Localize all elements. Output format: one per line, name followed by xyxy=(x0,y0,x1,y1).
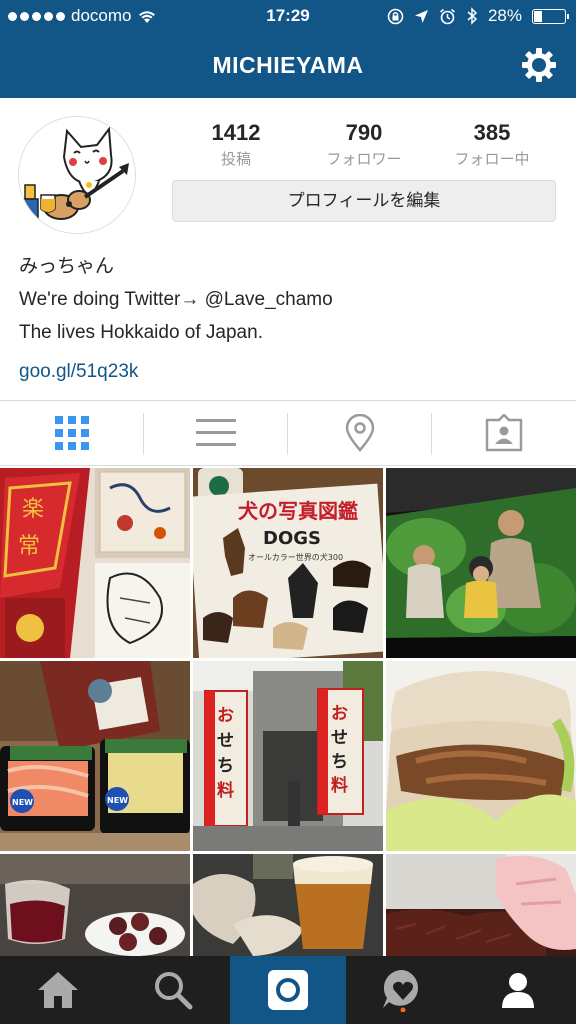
tab-profile[interactable] xyxy=(461,956,576,1024)
top-nav-bar: MICHIEYAMA xyxy=(0,32,576,98)
edit-profile-button[interactable]: プロフィールを編集 xyxy=(172,180,556,222)
tab-grid-view[interactable] xyxy=(0,401,144,465)
photo-dog-book: 犬の写真図鑑 DOGS オールカラー世界の犬300 xyxy=(193,468,383,658)
posts-count: 1412 xyxy=(211,120,261,145)
svg-text:せ: せ xyxy=(217,731,234,751)
photo-pork-bun xyxy=(386,661,576,851)
home-icon xyxy=(37,972,78,1008)
rotation-lock-icon xyxy=(387,8,404,24)
tagged-photos-icon xyxy=(485,414,523,452)
avatar[interactable] xyxy=(18,116,136,234)
svg-text:ち: ち xyxy=(217,756,234,776)
status-right: 28% xyxy=(387,6,569,26)
photo-wine-plate xyxy=(0,854,190,956)
status-bar: docomo 17:29 28% xyxy=(0,0,576,32)
svg-text:お: お xyxy=(217,706,234,726)
photo-tile[interactable] xyxy=(386,661,576,851)
svg-text:せ: せ xyxy=(331,728,348,748)
battery-percent: 28% xyxy=(487,6,522,25)
tab-activity[interactable] xyxy=(346,956,461,1024)
svg-text:料: 料 xyxy=(331,775,348,796)
location-arrow-icon xyxy=(414,9,428,23)
gear-icon[interactable] xyxy=(520,46,558,84)
photo-tile[interactable]: 楽 常 xyxy=(0,468,190,658)
following-count: 385 xyxy=(473,120,511,145)
followers-label: フォロワー xyxy=(326,151,402,168)
svg-text:ち: ち xyxy=(331,752,348,772)
bio-line-1: We're doing Twitter→ @Lave_chamo xyxy=(19,289,333,310)
grid-icon xyxy=(55,416,89,450)
cat-guitar-avatar-image xyxy=(19,117,135,233)
page-title: MICHIEYAMA xyxy=(212,52,364,78)
bio-line-2: The lives Hokkaido of Japan. xyxy=(19,322,263,343)
following-stat[interactable]: 385 フォロー中 xyxy=(432,120,552,169)
followers-stat[interactable]: 790 フォロワー xyxy=(304,120,424,169)
photo-glove-food xyxy=(386,854,576,956)
svg-text:DOGS: DOGS xyxy=(263,528,321,549)
photo-osechi-banners: お せ ち 料 お せ ち 料 xyxy=(193,661,383,851)
photo-tile[interactable]: お せ ち 料 お せ ち 料 xyxy=(193,661,383,851)
camera-icon xyxy=(268,970,308,1010)
bottom-tab-bar xyxy=(0,956,576,1024)
profile-link[interactable]: goo.gl/51q23k xyxy=(19,355,333,388)
view-tab-bar xyxy=(0,400,576,466)
bluetooth-icon xyxy=(467,7,478,25)
svg-text:オールカラー世界の犬300: オールカラー世界の犬300 xyxy=(248,552,343,562)
tab-tagged-view[interactable] xyxy=(432,401,576,465)
activity-icon xyxy=(383,969,419,1012)
photo-red-envelopes: 楽 常 xyxy=(0,468,190,658)
tab-camera[interactable] xyxy=(230,956,346,1024)
svg-text:NEW: NEW xyxy=(107,796,128,805)
svg-text:料: 料 xyxy=(217,780,234,801)
profile-header: 1412 投稿 790 フォロワー 385 フォロー中 プロフィールを編集 みっ… xyxy=(0,98,576,398)
svg-text:楽: 楽 xyxy=(22,497,44,522)
tab-home[interactable] xyxy=(0,956,115,1024)
tab-search[interactable] xyxy=(115,956,230,1024)
photo-grid: 楽 常 犬の写真図鑑 DOGS オールカラー世界の犬300 NEW NEW お … xyxy=(0,468,576,956)
location-pin-icon xyxy=(345,414,375,452)
photo-tile[interactable] xyxy=(386,854,576,956)
svg-text:犬の写真図鑑: 犬の写真図鑑 xyxy=(238,499,358,523)
svg-text:常: 常 xyxy=(18,534,40,559)
svg-text:お: お xyxy=(331,704,348,724)
photo-oysters-beer xyxy=(193,854,383,956)
search-icon xyxy=(154,972,193,1010)
svg-text:NEW: NEW xyxy=(12,798,33,807)
profile-bio: みっちゃん We're doing Twitter→ @Lave_chamo T… xyxy=(19,250,333,388)
battery-icon xyxy=(532,8,569,24)
posts-stat[interactable]: 1412 投稿 xyxy=(176,120,296,169)
photo-tile[interactable] xyxy=(0,854,190,956)
followers-count: 790 xyxy=(345,120,383,145)
profile-name: みっちゃん xyxy=(19,256,115,277)
profile-stats: 1412 投稿 790 フォロワー 385 フォロー中 xyxy=(172,120,556,169)
photo-salmon-packs: NEW NEW xyxy=(0,661,190,851)
photo-tile[interactable]: 犬の写真図鑑 DOGS オールカラー世界の犬300 xyxy=(193,468,383,658)
profile-icon xyxy=(502,973,535,1008)
following-label: フォロー中 xyxy=(454,151,530,168)
list-icon xyxy=(196,419,236,446)
tab-list-view[interactable] xyxy=(144,401,288,465)
photo-tile[interactable] xyxy=(193,854,383,956)
photo-tv-screen xyxy=(386,468,576,658)
posts-label: 投稿 xyxy=(220,151,251,168)
photo-tile[interactable] xyxy=(386,468,576,658)
photo-tile[interactable]: NEW NEW xyxy=(0,661,190,851)
tab-location-view[interactable] xyxy=(288,401,432,465)
alarm-icon xyxy=(439,8,455,24)
